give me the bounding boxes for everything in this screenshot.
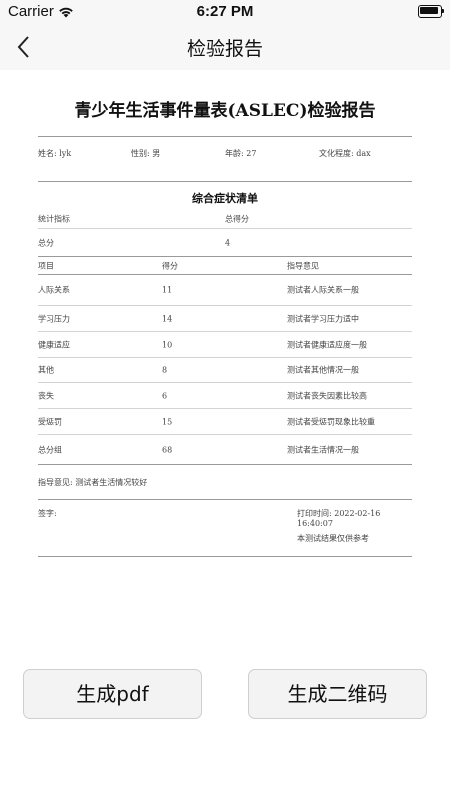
row-item: 总分组 [38, 445, 62, 454]
overall-advice: 指导意见: 测试者生活情况较好 [38, 465, 412, 499]
header-item: 项目 [38, 261, 54, 270]
patient-age: 年龄: 27 [225, 149, 257, 158]
row-item: 受惩罚 [38, 417, 62, 426]
report-document: 青少年生活事件量表(ASLEC)检验报告 姓名: lyk 性别: 男 年龄: 2… [38, 96, 412, 557]
overall-advice-text: 指导意见: 测试者生活情况较好 [38, 478, 148, 487]
patient-info: 姓名: lyk 性别: 男 年龄: 27 文化程度: dax [38, 137, 412, 181]
table-header-row: 项目 得分 指导意见 [38, 257, 412, 275]
signature-area: 签字: 打印时间: 2022-02-16 16:40:07 本测试结果仅供参考 [38, 500, 412, 556]
row-score: 15 [162, 417, 173, 426]
row-advice: 测试者生活情况一般 [287, 445, 359, 454]
row-score: 14 [162, 314, 173, 323]
header-advice: 指导意见 [287, 261, 319, 270]
row-item: 丧失 [38, 391, 54, 400]
battery-icon [418, 5, 444, 18]
row-item: 其他 [38, 365, 54, 375]
signature-label: 签字: [38, 509, 57, 518]
header-indicator: 统计指标 [38, 214, 70, 224]
row-item: 学习压力 [38, 314, 70, 323]
status-time: 6:27 PM [196, 3, 254, 20]
summary-value: 4 [225, 238, 231, 247]
status-bar: Carrier 6:27 PM [0, 0, 450, 24]
summary-label: 总分 [38, 238, 54, 247]
table-row: 总分组 68 测试者生活情况一般 [38, 435, 412, 465]
navigation-bar: 检验报告 [0, 24, 450, 70]
row-score: 6 [162, 391, 168, 400]
row-advice: 测试者人际关系一般 [287, 285, 359, 295]
row-advice: 测试者健康适应度一般 [287, 340, 367, 349]
table-row: 其他 8 测试者其他情况一般 [38, 358, 412, 383]
row-score: 68 [162, 445, 173, 454]
row-advice: 测试者受惩罚现象比较重 [287, 417, 375, 426]
print-time: 打印时间: 2022-02-16 16:40:07 [297, 509, 381, 528]
disclaimer: 本测试结果仅供参考 [297, 534, 369, 543]
row-item: 人际关系 [38, 285, 70, 295]
row-score: 10 [162, 340, 173, 349]
summary-total-row: 总分 4 [38, 229, 412, 257]
table-row: 人际关系 11 测试者人际关系一般 [38, 275, 412, 306]
table-row: 学习压力 14 测试者学习压力适中 [38, 306, 412, 332]
table-row: 丧失 6 测试者丧失因素比较高 [38, 383, 412, 409]
generate-qr-code-button[interactable]: 生成二维码 [248, 669, 427, 719]
row-advice: 测试者丧失因素比较高 [287, 391, 367, 400]
patient-education: 文化程度: dax [319, 149, 371, 158]
header-score: 得分 [162, 261, 178, 270]
row-advice: 测试者其他情况一般 [287, 365, 359, 375]
report-title: 青少年生活事件量表(ASLEC)检验报告 [74, 101, 376, 121]
row-score: 11 [162, 285, 173, 295]
section-title: 综合症状清单 [192, 192, 258, 205]
row-advice: 测试者学习压力适中 [287, 314, 359, 323]
patient-gender: 性别: 男 [131, 149, 161, 158]
generate-pdf-button[interactable]: 生成pdf [23, 669, 202, 719]
table-row: 受惩罚 15 测试者受惩罚现象比较重 [38, 409, 412, 435]
header-total-score: 总得分 [225, 214, 249, 224]
summary-header-row: 统计指标 总得分 [38, 210, 412, 229]
patient-name: 姓名: lyk [38, 149, 72, 158]
page-title: 检验报告 [186, 39, 263, 60]
row-item: 健康适应 [38, 340, 70, 349]
divider [38, 556, 412, 557]
table-row: 健康适应 10 测试者健康适应度一般 [38, 332, 412, 358]
row-score: 8 [162, 365, 168, 375]
